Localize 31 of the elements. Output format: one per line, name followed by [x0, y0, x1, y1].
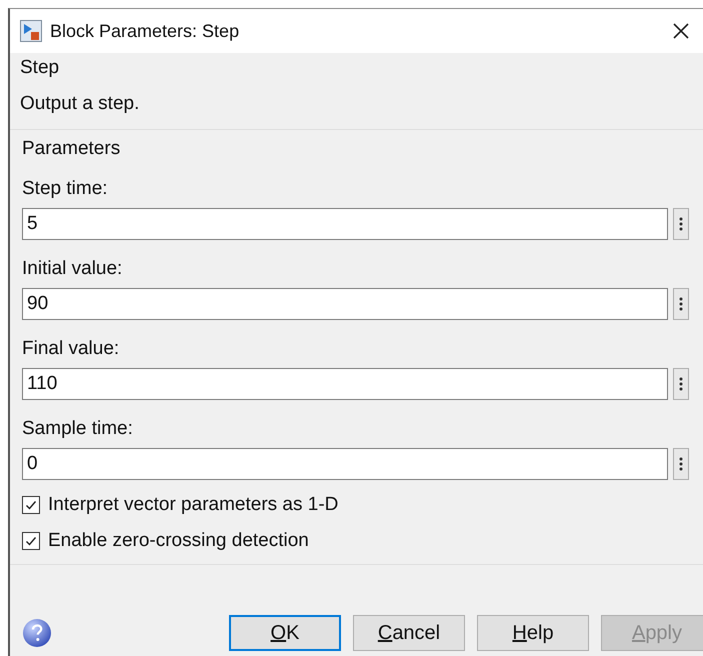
vertical-dots-icon — [679, 297, 683, 311]
checkmark-icon — [25, 535, 37, 547]
dialog-button[interactable]: Help — [477, 615, 589, 651]
section-title: Parameters — [22, 138, 122, 160]
field-label: Step time: — [22, 178, 109, 200]
more-options-button[interactable] — [673, 288, 689, 320]
checkbox[interactable] — [22, 496, 40, 514]
dialog-button[interactable]: OK — [229, 615, 341, 651]
checkmark-icon — [25, 499, 37, 511]
window-title: Block Parameters: Step — [50, 20, 240, 42]
field-label: Sample time: — [22, 418, 134, 440]
block-icon — [20, 20, 42, 42]
input-field[interactable]: 0 — [22, 448, 668, 480]
more-options-button[interactable] — [673, 448, 689, 480]
input-field[interactable]: 110 — [22, 368, 668, 400]
checkbox-label: Enable zero-crossing detection — [48, 530, 309, 552]
block-description: Output a step. — [20, 93, 140, 115]
input-field[interactable]: 5 — [22, 208, 668, 240]
field-label: Initial value: — [22, 258, 124, 280]
field-label: Final value: — [22, 338, 120, 360]
vertical-dots-icon — [679, 457, 683, 471]
vertical-dots-icon — [679, 377, 683, 391]
dialog-button[interactable]: Cancel — [353, 615, 465, 651]
vertical-dots-icon — [679, 217, 683, 231]
checkbox[interactable] — [22, 532, 40, 550]
input-field[interactable]: 90 — [22, 288, 668, 320]
more-options-button[interactable] — [673, 368, 689, 400]
help-icon[interactable] — [22, 618, 52, 648]
checkbox-label: Interpret vector parameters as 1-D — [48, 494, 338, 516]
block-name: Step — [20, 57, 60, 79]
more-options-button[interactable] — [673, 208, 689, 240]
